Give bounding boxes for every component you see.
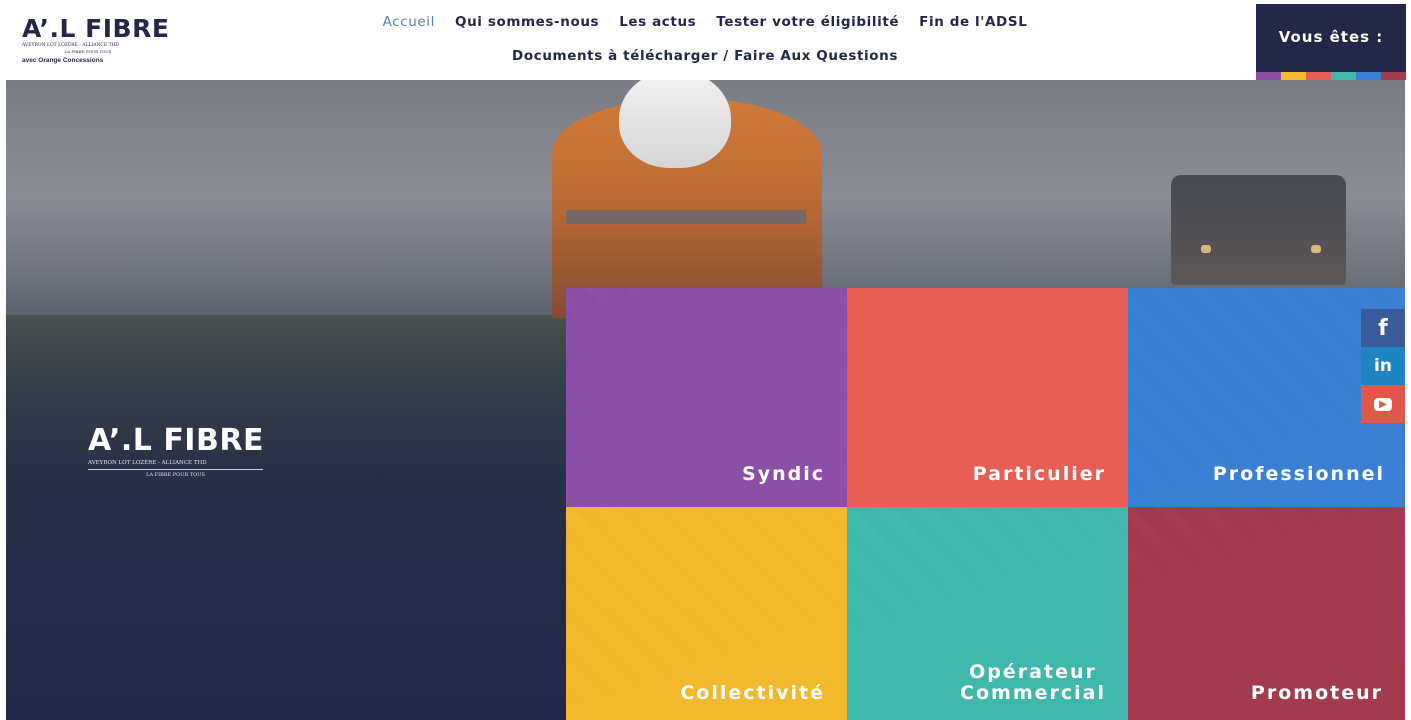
strip-color-2 [1281,72,1306,80]
hero-logo-subtitle: LA FIBRE POUR TOUS [88,469,263,479]
tile-professionnel-label: Professionnel [1212,463,1385,485]
tile-collectivite[interactable]: Collectivité [566,507,847,720]
hero-worker-reflective-stripe [566,210,806,224]
youtube-icon: ▶ [1374,397,1392,411]
strip-color-5 [1356,72,1381,80]
nav-accueil[interactable]: Accueil [383,14,435,30]
tile-syndic-label: Syndic [742,463,825,485]
hero-helmet-image [619,80,731,168]
hero-logo-wordmark: A’.L FIBRE [88,423,264,458]
tile-operateur-commercial[interactable]: Opérateur Commercial [847,507,1128,720]
tile-syndic[interactable]: Syndic [566,288,847,507]
logo-partner: avec Orange Concessions [22,57,104,64]
audience-color-strip [1256,72,1406,80]
facebook-icon: f [1378,315,1388,341]
linkedin-icon: in [1374,356,1392,376]
vous-etes-label: Vous êtes : [1278,28,1384,46]
main-nav: Accueil Qui sommes-nous Les actus Tester… [330,14,1080,82]
linkedin-button[interactable]: in [1361,347,1405,385]
nav-les-actus[interactable]: Les actus [619,14,696,30]
youtube-button[interactable]: ▶ [1361,385,1405,423]
hero-logo-tagline: AVEYRON LOT LOZÈRE - ALLIANCE THD [88,460,207,466]
vous-etes-button[interactable]: Vous êtes : [1256,4,1406,80]
nav-row-secondary: Documents à télécharger / Faire Aux Ques… [330,48,1080,64]
nav-qui-sommes-nous[interactable]: Qui sommes-nous [455,14,599,30]
nav-fin-adsl[interactable]: Fin de l'ADSL [919,14,1027,30]
facebook-button[interactable]: f [1361,309,1405,347]
strip-color-1 [1256,72,1281,80]
logo-wordmark: A’.L FIBRE [22,14,170,43]
tractor-light [1311,245,1321,253]
nav-row-primary: Accueil Qui sommes-nous Les actus Tester… [330,14,1080,30]
tile-operateur-commercial-label: Opérateur Commercial [960,661,1106,704]
strip-color-3 [1306,72,1331,80]
tile-collectivite-label: Collectivité [680,682,825,704]
nav-tester-eligibilite[interactable]: Tester votre éligibilité [716,14,899,30]
strip-color-6 [1381,72,1406,80]
hero-tractor-image [1171,175,1346,285]
tile-promoteur[interactable]: Promoteur [1128,507,1405,720]
site-logo[interactable]: A’.L FIBRE AVEYRON LOT LOZÈRE - ALLIANCE… [22,16,172,74]
tile-promoteur-label: Promoteur [1250,682,1383,704]
hero-logo: A’.L FIBRE AVEYRON LOT LOZÈRE - ALLIANCE… [88,425,278,479]
social-links: f in ▶ [1361,309,1405,423]
tractor-light [1201,245,1211,253]
tile-particulier[interactable]: Particulier [847,288,1128,507]
logo-subtitle: LA FIBRE POUR TOUS [64,49,112,54]
nav-documents-faq[interactable]: Documents à télécharger / Faire Aux Ques… [512,48,898,64]
strip-color-4 [1331,72,1356,80]
tile-particulier-label: Particulier [972,463,1106,485]
site-header: A’.L FIBRE AVEYRON LOT LOZÈRE - ALLIANCE… [0,0,1411,80]
